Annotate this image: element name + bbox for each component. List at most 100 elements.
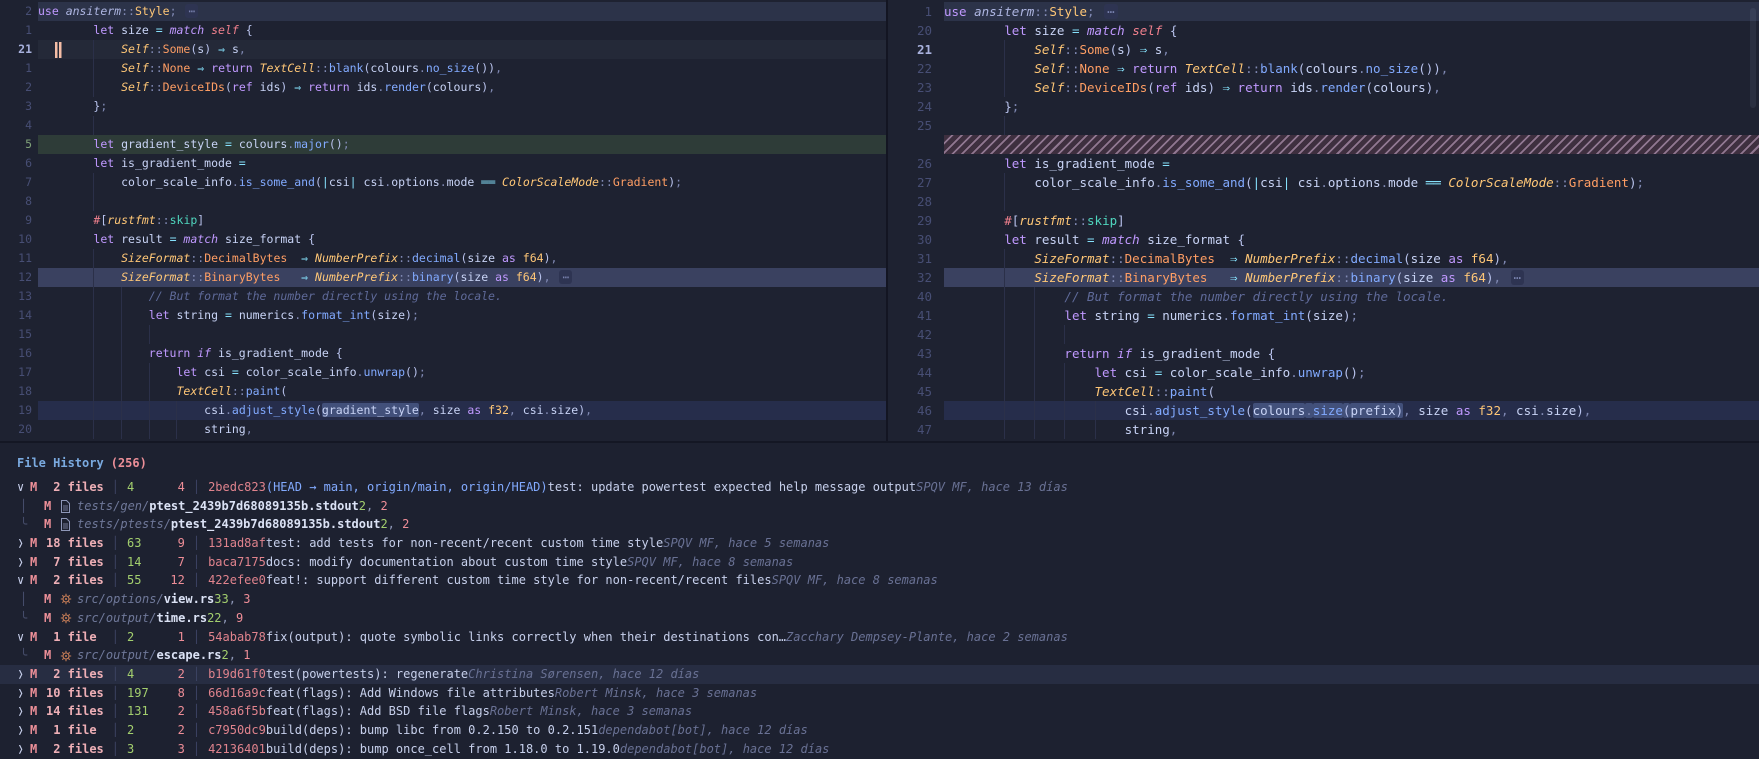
code-line[interactable]: 40 // But format the number directly usi… — [888, 287, 1759, 306]
commit-hash[interactable]: c7950dc9 — [208, 721, 266, 740]
line-number: 21 — [0, 40, 38, 59]
code-line[interactable]: 31 SizeFormat::DecimalBytes ⇒ NumberPref… — [888, 249, 1759, 268]
code-line[interactable]: 20 string, — [0, 420, 886, 439]
commit-message: build(deps): bump libc from 0.2.150 to 0… — [266, 721, 598, 740]
code-token: color_scale_info — [121, 175, 232, 189]
chevron-right-icon[interactable]: ❭ — [17, 721, 30, 740]
commit-hash[interactable]: 131ad8af — [208, 534, 266, 553]
code-line[interactable]: 23 Self::DeviceIDs(ref ids) ⇒ return ids… — [888, 78, 1759, 97]
code-line[interactable]: 14 let string = numerics.format_int(size… — [0, 306, 886, 325]
chevron-right-icon[interactable]: ❭ — [17, 553, 30, 572]
code-line[interactable]: 18 TextCell::paint( — [0, 382, 886, 401]
editor-pane-right[interactable]: 1use ansiterm::Style; ⋯20 let size = mat… — [888, 0, 1759, 441]
code-line[interactable]: 2 Self::DeviceIDs(ref ids) ⇒ return ids.… — [0, 78, 886, 97]
commit-hash[interactable]: 66d16a9c — [208, 684, 266, 703]
chevron-right-icon[interactable]: ❭ — [17, 702, 30, 721]
commit-row[interactable]: ❭M10files│1978│66d16a9c feat(flags): Add… — [0, 684, 1759, 703]
commit-hash[interactable]: 42136401 — [208, 740, 266, 759]
scrollbar-thumb[interactable] — [1750, 8, 1756, 108]
file-name[interactable]: escape.rs — [156, 646, 221, 665]
code-token: size — [467, 251, 502, 265]
commit-row[interactable]: ∨M2files│44│2bedc823 (HEAD → main, origi… — [0, 478, 1759, 497]
fold-ellipsis: ⋯ — [559, 270, 572, 284]
code-line[interactable]: 4 — [0, 116, 886, 135]
code-line[interactable]: 11 SizeFormat::DecimalBytes ⇒ NumberPref… — [0, 249, 886, 268]
code-line[interactable]: 45 TextCell::paint( — [888, 382, 1759, 401]
code-line[interactable]: 13 // But format the number directly usi… — [0, 287, 886, 306]
code-line[interactable]: 17 let csi = color_scale_info.unwrap(); — [0, 363, 886, 382]
code-line[interactable]: 12 SizeFormat::BinaryBytes ⇒ NumberPrefi… — [0, 268, 886, 287]
removed-count: 9 — [178, 534, 185, 553]
chevron-down-icon[interactable]: ∨ — [17, 571, 30, 590]
code-line[interactable]: 16 return if is_gradient_mode { — [0, 344, 886, 363]
commit-row[interactable]: ❭M2files│33│42136401 build(deps): bump o… — [0, 740, 1759, 759]
commit-row[interactable]: ❭M7files│147│baca7175 docs: modify docum… — [0, 553, 1759, 572]
commit-row[interactable]: ∨M2files│5512│422efee0 feat!: support di… — [0, 571, 1759, 590]
code-line[interactable]: 21 Self::Some(s) ⇒ s, — [0, 40, 886, 59]
changed-file-row[interactable]: ╰Mtests/ptests/ptest_2439b7d68089135b.st… — [0, 515, 1759, 534]
chevron-right-icon[interactable]: ❭ — [17, 740, 30, 759]
file-name[interactable]: ptest_2439b7d68089135b.stdout — [149, 497, 359, 516]
code-line[interactable]: 19 csi.adjust_style(gradient_style, size… — [0, 401, 886, 420]
code-token: Self — [121, 80, 149, 94]
commit-hash[interactable]: baca7175 — [208, 553, 266, 572]
code-line[interactable]: 46 csi.adjust_style(colours.size(prefix)… — [888, 401, 1759, 420]
file-name[interactable]: view.rs — [164, 590, 215, 609]
code-line[interactable]: 1use ansiterm::Style; ⋯ — [888, 2, 1759, 21]
chevron-right-icon[interactable]: ❭ — [17, 665, 30, 684]
commit-row[interactable]: ∨M1file│21│54abab78 fix(output): quote s… — [0, 628, 1759, 647]
code-line[interactable]: 2use ansiterm::Style; ⋯ — [0, 2, 886, 21]
code-line[interactable]: 43 return if is_gradient_mode { — [888, 344, 1759, 363]
code-line[interactable]: 6 let is_gradient_mode = — [0, 154, 886, 173]
code-line[interactable]: 47 string, — [888, 420, 1759, 439]
commit-hash[interactable]: 2bedc823 — [208, 478, 266, 497]
commit-hash[interactable]: 422efee0 — [208, 571, 266, 590]
code-token: return — [149, 346, 197, 360]
code-line[interactable]: 32 SizeFormat::BinaryBytes ⇒ NumberPrefi… — [888, 268, 1759, 287]
code-line[interactable]: 26 let is_gradient_mode = — [888, 154, 1759, 173]
code-line[interactable]: 5 let gradient_style = colours.major(); — [0, 135, 886, 154]
commit-hash[interactable]: 458a6f5b — [208, 702, 266, 721]
files-count-number: 2 — [46, 740, 60, 759]
code-token: = — [225, 137, 239, 151]
code-line[interactable]: 15 — [0, 325, 886, 344]
code-line[interactable]: 29 #[rustfmt::skip] — [888, 211, 1759, 230]
file-name[interactable]: time.rs — [156, 609, 207, 628]
code-line[interactable]: 1 Self::None ⇒ return TextCell::blank(co… — [0, 59, 886, 78]
code-line[interactable]: 20 let size = match self { — [888, 21, 1759, 40]
chevron-down-icon[interactable]: ∨ — [17, 628, 30, 647]
commit-row[interactable]: ❭M14files│1312│458a6f5b feat(flags): Add… — [0, 702, 1759, 721]
code-line[interactable] — [888, 135, 1759, 154]
commit-row[interactable]: ❭M2files│42│b19d61f0 test(powertests): r… — [0, 665, 1759, 684]
code-line[interactable]: 24 }; — [888, 97, 1759, 116]
code-line[interactable]: 7 color_scale_info.is_some_and(|csi| csi… — [0, 173, 886, 192]
code-line[interactable]: 25 — [888, 116, 1759, 135]
commit-hash[interactable]: b19d61f0 — [208, 665, 266, 684]
commit-row[interactable]: ❭M1file│22│c7950dc9 build(deps): bump li… — [0, 721, 1759, 740]
file-name[interactable]: ptest_2439b7d68089135b.stdout — [171, 515, 381, 534]
code-line[interactable]: 22 Self::None ⇒ return TextCell::blank(c… — [888, 59, 1759, 78]
code-line[interactable]: 44 let csi = color_scale_info.unwrap(); — [888, 363, 1759, 382]
chevron-right-icon[interactable]: ❭ — [17, 684, 30, 703]
code-line[interactable]: 1 let size = match self { — [0, 21, 886, 40]
code-line[interactable]: 3 }; — [0, 97, 886, 116]
code-line[interactable]: 30 let result = match size_format { — [888, 230, 1759, 249]
code-token: :: — [1064, 80, 1079, 95]
commit-hash[interactable]: 54abab78 — [208, 628, 266, 647]
code-line[interactable]: 28 — [888, 192, 1759, 211]
changed-file-row[interactable]: │Mtests/gen/ptest_2439b7d68089135b.stdou… — [0, 497, 1759, 516]
code-line[interactable]: 8 — [0, 192, 886, 211]
changed-file-row[interactable]: │Msrc/options/view.rs 33, 3 — [0, 590, 1759, 609]
editor-pane-left[interactable]: 2use ansiterm::Style; ⋯1 let size = matc… — [0, 0, 886, 441]
changed-file-row[interactable]: ╰Msrc/output/escape.rs 2, 1 — [0, 646, 1759, 665]
chevron-down-icon[interactable]: ∨ — [17, 478, 30, 497]
chevron-right-icon[interactable]: ❭ — [17, 534, 30, 553]
code-line[interactable]: 42 — [888, 325, 1759, 344]
code-line[interactable]: 21 Self::Some(s) ⇒ s, — [888, 40, 1759, 59]
code-line[interactable]: 9 #[rustfmt::skip] — [0, 211, 886, 230]
code-line[interactable]: 27 color_scale_info.is_some_and(|csi| cs… — [888, 173, 1759, 192]
code-line[interactable]: 10 let result = match size_format { — [0, 230, 886, 249]
code-line[interactable]: 41 let string = numerics.format_int(size… — [888, 306, 1759, 325]
commit-row[interactable]: ❭M18files│639│131ad8af test: add tests f… — [0, 534, 1759, 553]
changed-file-row[interactable]: ╰Msrc/output/time.rs 22, 9 — [0, 609, 1759, 628]
